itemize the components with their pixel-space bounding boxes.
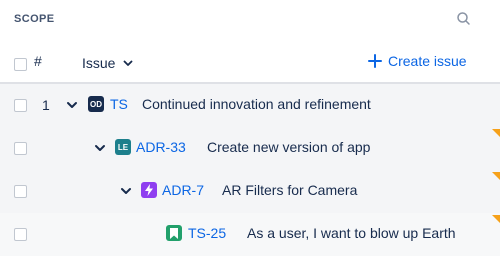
flag-corner-marker xyxy=(492,215,500,223)
issue-summary: AR Filters for Camera xyxy=(222,182,358,198)
create-issue-button[interactable]: Create issue xyxy=(368,53,467,69)
chevron-down-icon[interactable] xyxy=(120,185,132,197)
flag-corner-marker xyxy=(492,129,500,137)
chevron-down-icon[interactable] xyxy=(66,99,78,111)
issue-key-link[interactable]: TS xyxy=(110,96,128,112)
story-icon xyxy=(166,225,182,241)
row-checkbox[interactable] xyxy=(14,185,27,198)
scope-header: SCOPE xyxy=(0,0,500,38)
scope-panel: SCOPE # Issue Create issue 1 OD TS Conti… xyxy=(0,0,500,260)
row-checkbox[interactable] xyxy=(14,142,27,155)
bookmark-icon xyxy=(170,227,178,239)
issue-key-link[interactable]: ADR-33 xyxy=(136,139,186,155)
search-icon[interactable] xyxy=(455,10,473,28)
column-header-row: # Issue Create issue xyxy=(0,44,500,84)
od-project-icon: OD xyxy=(88,96,104,112)
chevron-down-icon[interactable] xyxy=(94,142,106,154)
chevron-down-icon xyxy=(124,60,133,66)
issue-row[interactable]: ADR-7 AR Filters for Camera xyxy=(0,170,500,213)
issue-summary: Create new version of app xyxy=(207,139,371,155)
row-checkbox[interactable] xyxy=(14,99,27,112)
lightning-icon xyxy=(145,184,153,196)
select-all-checkbox[interactable] xyxy=(14,58,27,71)
issue-row[interactable]: LE ADR-33 Create new version of app xyxy=(0,127,500,170)
plus-icon xyxy=(368,54,382,68)
issue-key-link[interactable]: TS-25 xyxy=(188,225,226,241)
row-checkbox[interactable] xyxy=(14,228,27,241)
row-number: 1 xyxy=(42,97,50,113)
create-issue-label: Create issue xyxy=(388,53,467,69)
scope-title: SCOPE xyxy=(14,13,55,25)
issue-row[interactable]: 1 OD TS Continued innovation and refinem… xyxy=(0,84,500,127)
issue-column-label: Issue xyxy=(82,55,116,71)
issue-column-header[interactable]: Issue xyxy=(82,55,133,71)
issue-key-link[interactable]: ADR-7 xyxy=(162,182,204,198)
epic-icon xyxy=(141,182,157,198)
issue-summary: Continued innovation and refinement xyxy=(142,96,371,112)
issue-summary: As a user, I want to blow up Earth xyxy=(247,225,456,241)
flag-corner-marker xyxy=(492,172,500,180)
issue-row[interactable]: TS-25 As a user, I want to blow up Earth xyxy=(0,213,500,256)
le-project-icon: LE xyxy=(115,139,131,155)
number-column-header: # xyxy=(34,53,42,69)
